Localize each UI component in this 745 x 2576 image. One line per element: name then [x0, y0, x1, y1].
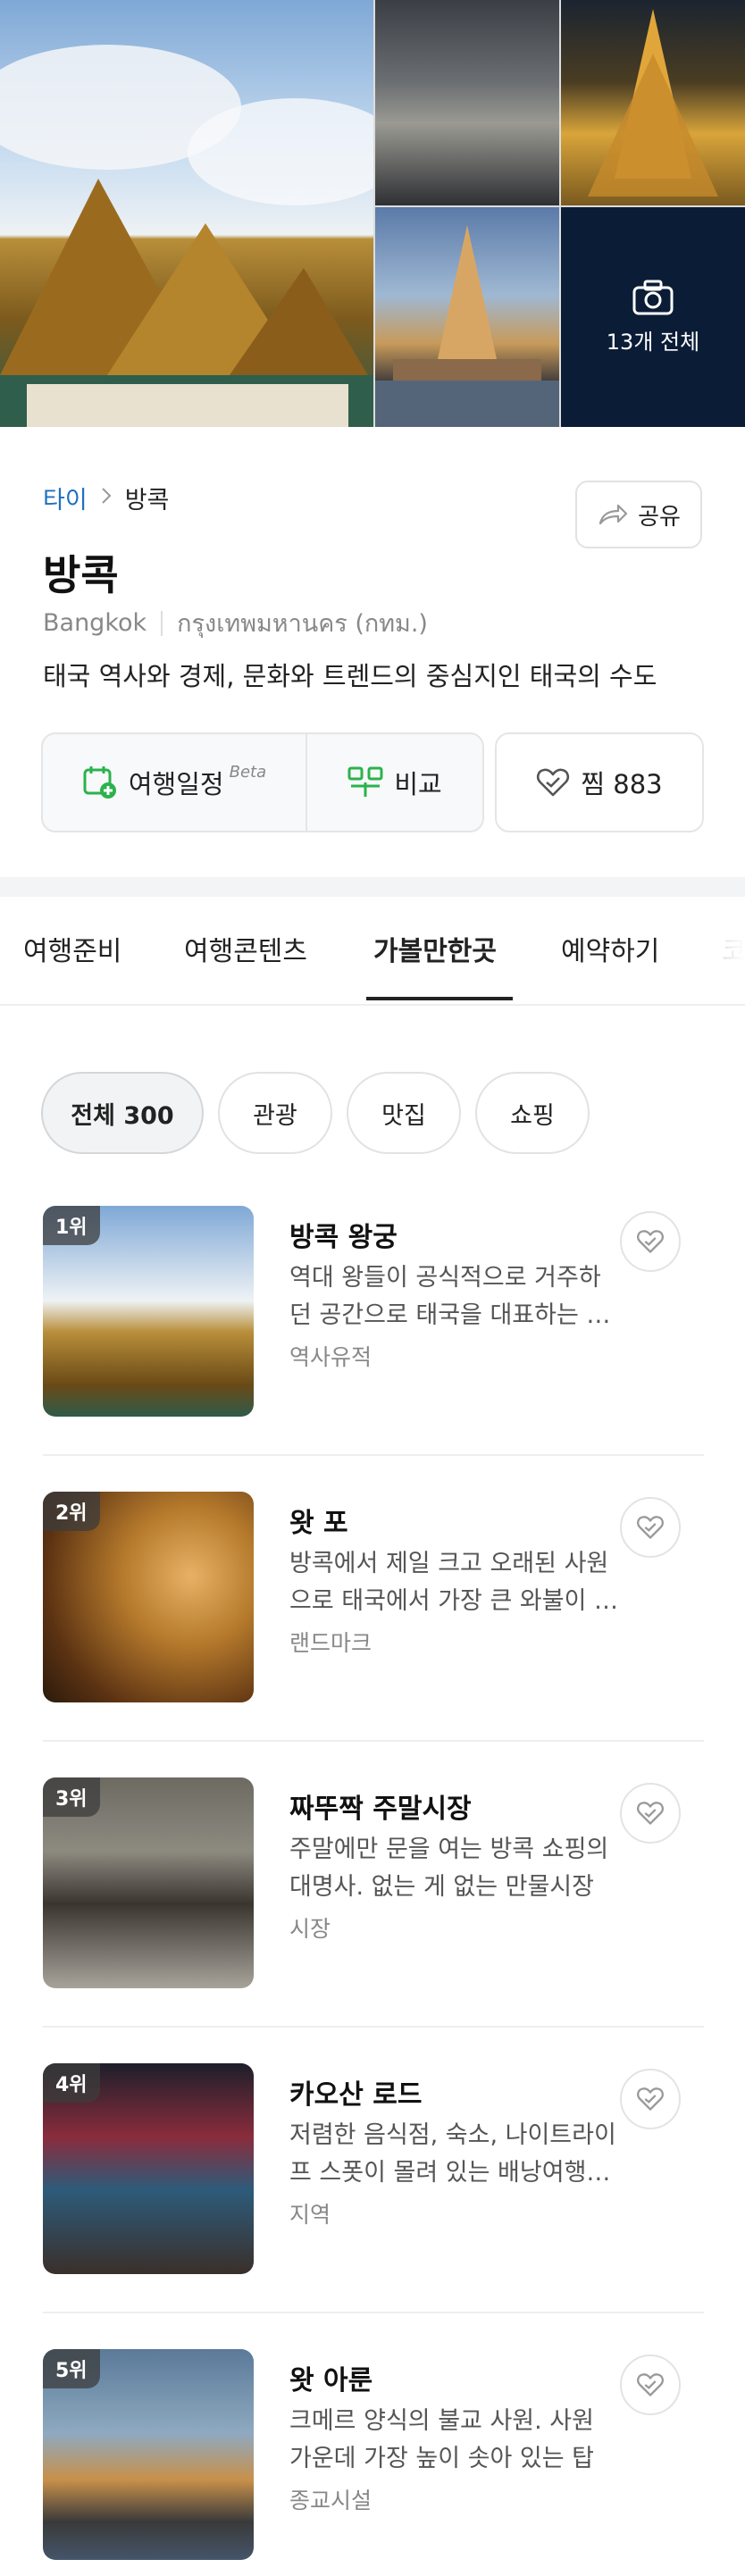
tab-places[interactable]: 가볼만한곳	[373, 929, 497, 968]
city-description: 태국 역사와 경제, 문화와 트렌드의 중심지인 태국의 수도	[43, 661, 657, 691]
camera-icon	[632, 280, 674, 314]
place-name: 카오산 로드	[289, 2079, 423, 2111]
place-description: 방콕에서 제일 크고 오래된 사원으로 태국에서 가장 큰 와불이 있는 곳	[289, 1550, 616, 1615]
filter-chip-all[interactable]: 전체 300	[41, 1072, 204, 1154]
place-name: 방콕 왕궁	[289, 1222, 398, 1253]
place-category: 시장	[289, 1916, 331, 1942]
city-alt-names: Bangkok กรุงเทพมหานคร (กทม.)	[43, 604, 428, 642]
share-label: 공유	[638, 503, 681, 531]
trip-plan-label: 여행일정	[128, 769, 224, 799]
place-name: 왓 포	[289, 1508, 348, 1539]
gallery-view-all[interactable]: 13개 전체	[561, 207, 745, 427]
action-buttons: 여행일정 Beta 비교 찜 883	[41, 732, 704, 836]
photo-gallery[interactable]: 13개 전체	[0, 0, 745, 427]
place-thumbnail: 2위	[43, 1492, 254, 1702]
tabs-scroll-fade	[691, 897, 745, 999]
place-thumbnail: 3위	[43, 1777, 254, 1988]
list-divider	[43, 2312, 704, 2313]
filter-chip-sightseeing[interactable]: 관광	[218, 1072, 332, 1154]
share-button[interactable]: 공유	[575, 481, 702, 548]
city-name-en: Bangkok	[43, 609, 147, 637]
beta-badge: Beta	[229, 762, 267, 782]
heart-icon	[637, 1516, 664, 1539]
place-category: 지역	[289, 2202, 331, 2228]
like-place-button[interactable]	[620, 1783, 681, 1844]
section-divider	[0, 877, 745, 897]
list-item[interactable]: 4위 카오산 로드 저렴한 음식점, 숙소, 나이트라이프 스폿이 몰려 있는 …	[43, 2063, 704, 2278]
tab-travel-content[interactable]: 여행콘텐츠	[184, 929, 307, 968]
divider	[161, 610, 163, 636]
list-item[interactable]: 2위 왓 포 방콕에서 제일 크고 오래된 사원으로 태국에서 가장 큰 와불이…	[43, 1492, 704, 1706]
gallery-photo-temple-night[interactable]	[561, 0, 745, 205]
breadcrumb-city: 방콕	[124, 487, 170, 514]
breadcrumb: 타이 방콕	[43, 481, 169, 515]
rank-badge: 3위	[43, 1777, 100, 1817]
place-thumbnail: 4위	[43, 2063, 254, 2274]
place-description: 주말에만 문을 여는 방콕 쇼핑의 대명사. 없는 게 없는 만물시장	[289, 1836, 609, 1901]
breadcrumb-country-link[interactable]: 타이	[43, 481, 88, 515]
heart-icon	[637, 1230, 664, 1253]
place-description: 크메르 양식의 불교 사원. 사원 가운데 가장 높이 솟아 있는 탑	[289, 2407, 594, 2472]
wat-arun-illustration	[375, 225, 559, 427]
like-button[interactable]: 찜 883	[495, 732, 704, 832]
calendar-add-icon	[83, 766, 116, 799]
like-count-label: 찜 883	[581, 769, 663, 799]
place-category: 랜드마크	[289, 1630, 372, 1656]
rank-badge: 4위	[43, 2063, 100, 2103]
compare-icon	[347, 766, 383, 797]
page-title: 방콕	[43, 551, 119, 599]
share-arrow-icon	[599, 504, 628, 525]
gallery-main-photo[interactable]	[0, 0, 373, 427]
list-divider	[43, 1454, 704, 1456]
chevron-right-icon	[100, 486, 113, 511]
like-place-button[interactable]	[620, 1497, 681, 1558]
list-item[interactable]: 1위 방콕 왕궁 역대 왕들이 공식적으로 거주하던 공간으로 태국을 대표하는…	[43, 1206, 704, 1420]
list-divider	[43, 1740, 704, 1742]
photo-count-label: 13개 전체	[606, 329, 700, 355]
city-header: 타이 방콕 공유 방콕 Bangkok กรุงเทพมหานคร (กทม.)…	[0, 427, 745, 877]
heart-icon	[637, 2373, 664, 2396]
filter-chip-food[interactable]: 맛집	[347, 1072, 461, 1154]
city-name-local: กรุงเทพมหานคร (กทม.)	[177, 610, 428, 638]
tab-travel-prep[interactable]: 여행준비	[23, 929, 121, 968]
compare-label: 비교	[394, 769, 442, 799]
gallery-photo-tuk-tuk[interactable]	[375, 0, 559, 205]
like-place-button[interactable]	[620, 1211, 681, 1272]
like-place-button[interactable]	[620, 2354, 681, 2415]
filter-chip-shopping[interactable]: 쇼핑	[475, 1072, 590, 1154]
place-name: 짜뚜짝 주말시장	[289, 1794, 472, 1825]
list-item[interactable]: 5위 왓 아룬 크메르 양식의 불교 사원. 사원 가운데 가장 높이 솟아 있…	[43, 2349, 704, 2563]
section-tabs: 여행준비 여행콘텐츠 가볼만한곳 예약하기 코	[0, 897, 745, 1006]
temple-roof-illustration	[0, 45, 373, 427]
list-divider	[43, 2026, 704, 2028]
place-category: 역사유적	[289, 1344, 372, 1370]
heart-icon	[637, 1802, 664, 1825]
rank-badge: 2위	[43, 1492, 100, 1531]
active-tab-indicator	[366, 997, 513, 1000]
pagoda-illustration	[588, 9, 718, 197]
rank-badge: 1위	[43, 1206, 100, 1245]
gallery-photo-wat-arun[interactable]	[375, 207, 559, 427]
like-place-button[interactable]	[620, 2069, 681, 2129]
place-thumbnail: 5위	[43, 2349, 254, 2560]
heart-icon	[537, 768, 570, 797]
trip-plan-button[interactable]: 여행일정 Beta	[41, 732, 307, 832]
place-description: 역대 왕들이 공식적으로 거주하던 공간으로 태국을 대표하는 명소	[289, 1264, 609, 1329]
place-name: 왓 아룬	[289, 2365, 373, 2396]
compare-button[interactable]: 비교	[306, 732, 484, 832]
place-thumbnail: 1위	[43, 1206, 254, 1417]
list-item[interactable]: 3위 짜뚜짝 주말시장 주말에만 문을 여는 방콕 쇼핑의 대명사. 없는 게 …	[43, 1777, 704, 1992]
tab-booking[interactable]: 예약하기	[561, 929, 659, 968]
heart-icon	[637, 2087, 664, 2111]
rank-badge: 5위	[43, 2349, 100, 2388]
place-category: 종교시설	[289, 2488, 372, 2513]
place-description: 저렴한 음식점, 숙소, 나이트라이프 스폿이 몰려 있는 배낭여행자 거리	[289, 2121, 616, 2187]
